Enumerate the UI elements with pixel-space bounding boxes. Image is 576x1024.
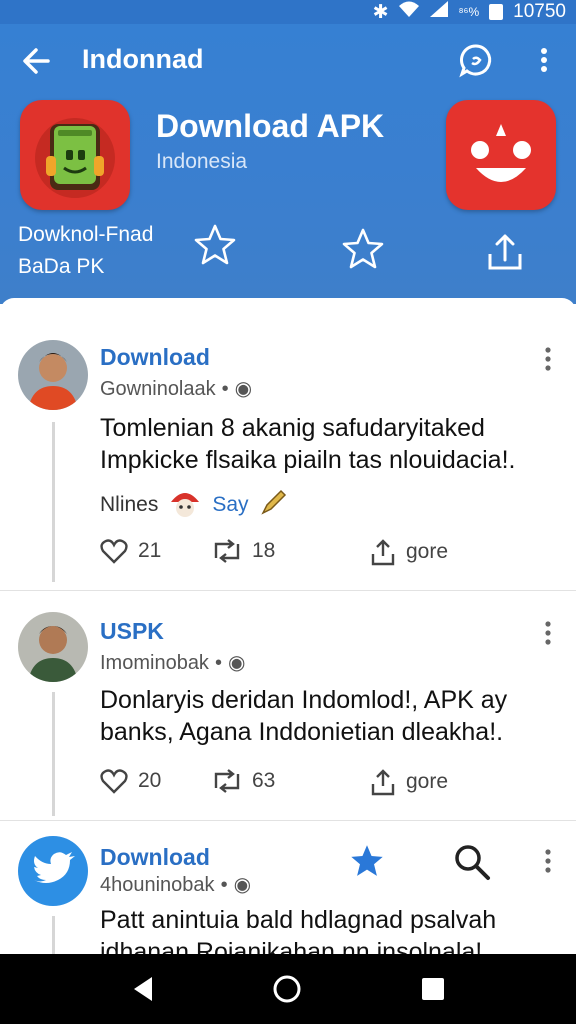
extra-label: Nlines bbox=[100, 493, 159, 516]
battery-icon bbox=[489, 4, 504, 20]
user-photo-icon bbox=[18, 340, 88, 410]
repost-button[interactable]: 18 bbox=[212, 538, 275, 564]
repost-count: 18 bbox=[252, 539, 276, 562]
avatar[interactable] bbox=[18, 836, 88, 906]
like-count: 20 bbox=[138, 769, 162, 792]
toolbar-title: Indonnad bbox=[82, 44, 204, 74]
back-button[interactable] bbox=[18, 42, 56, 80]
toolbar: Indonnad bbox=[0, 24, 576, 96]
more-vert-icon bbox=[545, 347, 551, 371]
search-icon bbox=[455, 845, 490, 880]
cell-signal-icon bbox=[430, 1, 449, 23]
arrow-left-icon bbox=[23, 48, 50, 74]
avatar[interactable] bbox=[18, 340, 88, 410]
promo-line-1: Dowknol-Fnad bbox=[18, 223, 154, 246]
post-handle: Imominobak bbox=[100, 652, 209, 674]
post-author[interactable]: Download bbox=[100, 344, 210, 371]
post-handle: 4houninobak bbox=[100, 874, 215, 896]
bluetooth-icon: ✱ bbox=[372, 1, 389, 23]
post-card[interactable]: Download 4houninobak • ◉ Patt anintuia bal… bbox=[0, 820, 576, 954]
signal-label: ⁸⁶% bbox=[458, 5, 480, 19]
app-title: Download APK bbox=[156, 108, 385, 144]
globe-icon: ◉ bbox=[233, 874, 252, 896]
star-outline-icon bbox=[194, 224, 236, 265]
star-outline-icon bbox=[342, 228, 384, 269]
post-menu-button[interactable] bbox=[540, 346, 556, 372]
app-icon[interactable] bbox=[20, 100, 130, 210]
post-menu-button[interactable] bbox=[540, 620, 556, 646]
post-feed[interactable]: Download Gowninolaak • ◉ Tomlenian 8 akani… bbox=[0, 298, 576, 954]
square-recents-icon bbox=[422, 978, 444, 1000]
post-handle-row: 4houninobak • ◉ bbox=[100, 874, 252, 896]
like-count: 21 bbox=[138, 539, 162, 562]
pencil-emoji-icon bbox=[259, 487, 289, 523]
post-card[interactable]: USPK Imominobak • ◉ Donlaryis deridan Indo… bbox=[0, 590, 576, 821]
bird-logo-icon bbox=[34, 852, 75, 883]
like-button[interactable]: 21 bbox=[100, 538, 161, 564]
share-button[interactable] bbox=[482, 230, 528, 276]
share-icon bbox=[488, 234, 522, 270]
repost-button[interactable]: 63 bbox=[212, 768, 275, 794]
share-label: gore bbox=[406, 770, 449, 793]
rate-button[interactable] bbox=[340, 226, 386, 272]
heart-outline-icon bbox=[100, 769, 128, 794]
post-text: Tomlenian 8 akanig safudaryitaked Impkic… bbox=[100, 414, 516, 474]
repost-count: 63 bbox=[252, 769, 276, 792]
favorite-button[interactable] bbox=[192, 222, 238, 268]
globe-icon: ◉ bbox=[227, 652, 246, 674]
nav-back-button[interactable] bbox=[126, 972, 160, 1006]
nav-home-button[interactable] bbox=[270, 972, 304, 1006]
post-text: Donlaryis deridan Indomlod!, APK ay bank… bbox=[100, 686, 508, 746]
post-handle-row: Gowninolaak • ◉ bbox=[100, 378, 253, 400]
status-bar: ✱ ⁸⁶% 10750 bbox=[0, 0, 576, 24]
avatar[interactable] bbox=[18, 612, 88, 682]
system-nav-bar bbox=[0, 954, 576, 1024]
like-button[interactable]: 20 bbox=[100, 768, 161, 794]
overflow-menu-button[interactable] bbox=[526, 42, 562, 78]
globe-icon: ◉ bbox=[234, 378, 253, 400]
repost-icon bbox=[214, 769, 240, 793]
more-vert-icon bbox=[545, 849, 551, 873]
triangle-back-icon bbox=[134, 977, 152, 1001]
thread-line bbox=[52, 422, 55, 582]
thread-line bbox=[52, 916, 55, 954]
app-header: Indonnad Download APK Indonesia Dowknol-… bbox=[0, 24, 576, 304]
repost-icon bbox=[214, 539, 240, 563]
chat-bubble-icon bbox=[459, 44, 492, 78]
share-up-icon bbox=[371, 539, 395, 566]
nav-recents-button[interactable] bbox=[416, 972, 450, 1006]
say-link[interactable]: Say bbox=[212, 493, 248, 517]
post-text: Patt anintuia bald hdlagnad psalvah idha… bbox=[100, 906, 497, 954]
post-card[interactable]: Download Gowninolaak • ◉ Tomlenian 8 akani… bbox=[0, 298, 576, 591]
circle-home-icon bbox=[273, 975, 301, 1003]
star-filled-icon bbox=[351, 845, 383, 876]
smiley-face-icon bbox=[471, 124, 531, 182]
thread-line bbox=[52, 692, 55, 816]
user-photo-icon bbox=[18, 612, 88, 682]
more-vert-icon bbox=[541, 48, 547, 72]
favorite-post-button[interactable] bbox=[348, 842, 386, 880]
clock: 10750 bbox=[513, 1, 566, 22]
post-author[interactable]: Download bbox=[100, 844, 210, 871]
share-up-icon bbox=[371, 769, 395, 796]
promo-line-2: BaDa PK bbox=[18, 255, 105, 278]
share-post-button[interactable]: gore bbox=[370, 538, 448, 566]
app-icon-secondary[interactable] bbox=[446, 100, 556, 210]
post-handle: Gowninolaak bbox=[100, 378, 216, 400]
more-vert-icon bbox=[545, 621, 551, 645]
post-author[interactable]: USPK bbox=[100, 618, 164, 645]
wifi-icon bbox=[398, 0, 420, 24]
post-handle-row: Imominobak • ◉ bbox=[100, 652, 246, 674]
mushroom-emoji-icon bbox=[168, 486, 202, 524]
app-subtitle: Indonesia bbox=[156, 150, 248, 173]
share-post-button[interactable]: gore bbox=[370, 768, 448, 796]
search-button[interactable] bbox=[452, 842, 492, 882]
post-menu-button[interactable] bbox=[540, 848, 556, 874]
share-label: gore bbox=[406, 540, 449, 563]
robot-mascot-icon bbox=[35, 118, 115, 198]
messenger-button[interactable] bbox=[458, 42, 494, 78]
post-extra-row: Nlines Say bbox=[100, 486, 289, 524]
heart-outline-icon bbox=[100, 539, 128, 564]
